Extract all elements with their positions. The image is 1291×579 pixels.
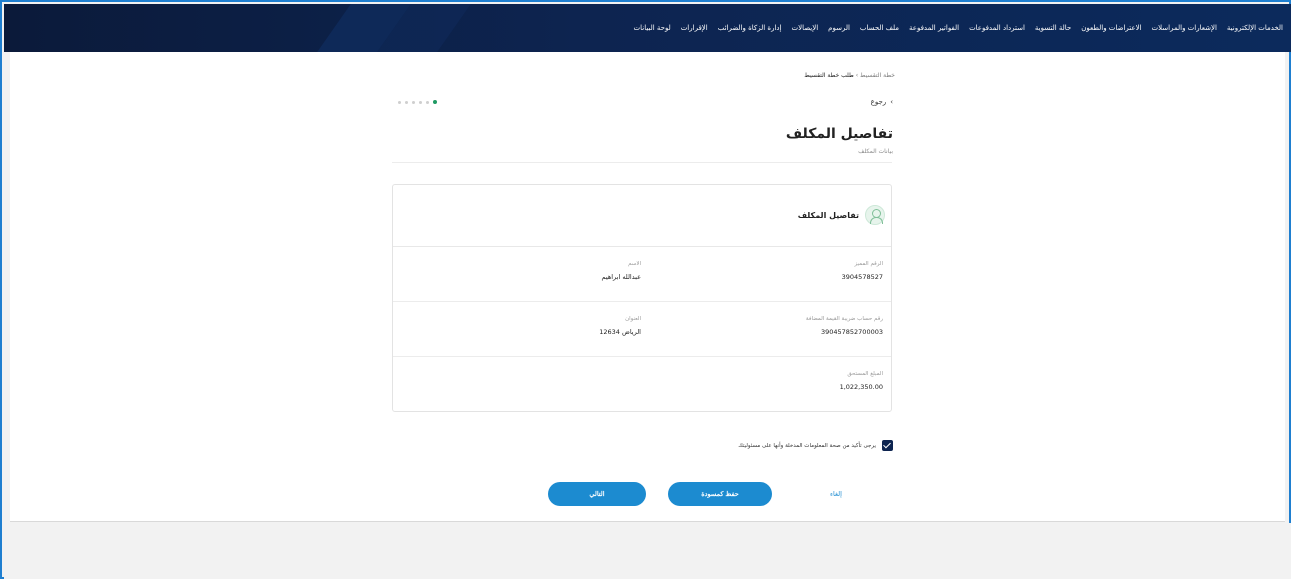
- nav-item-receipts[interactable]: الإيصالات: [791, 22, 818, 34]
- field-name: الاسم عبدالله ابراهيم: [602, 261, 641, 281]
- breadcrumb: خطة التقسيط › طلب خطة التقسيط: [804, 72, 895, 79]
- step-dot: [426, 100, 429, 104]
- field-label: المبلغ المستحق: [847, 371, 883, 377]
- step-dot-active: [433, 100, 437, 104]
- field-address: العنوان الرياض 12634: [599, 316, 641, 336]
- field-label: العنوان: [625, 316, 641, 322]
- field-vat-account: رقم حساب ضريبة القيمة المضافة 3904578527…: [806, 316, 883, 336]
- taxpayer-details-panel: تفاصيل المكلف الرقم المميز 3904578527 ال…: [392, 184, 892, 412]
- app-frame: لوحة البيانات الإقرارات إدارة الزكاة وال…: [0, 0, 1291, 579]
- field-value: 3904578527: [841, 273, 883, 281]
- details-row: المبلغ المستحق 1,022,350.00: [393, 357, 891, 412]
- breadcrumb-separator: ›: [855, 72, 859, 79]
- nav-item-refunds[interactable]: استرداد المدفوعات: [969, 22, 1025, 34]
- nav-item-dashboard[interactable]: لوحة البيانات: [634, 22, 671, 34]
- nav-item-paid-invoices[interactable]: الفواتير المدفوعة: [909, 22, 959, 34]
- panel-header: تفاصيل المكلف: [393, 185, 891, 247]
- step-dot: [398, 100, 401, 104]
- page-title: تفاصيل المكلف: [785, 126, 893, 142]
- consent-checkbox[interactable]: [882, 440, 893, 451]
- divider: [392, 162, 892, 163]
- nav-item-account-profile[interactable]: ملف الحساب: [860, 22, 899, 34]
- nav-item-fees[interactable]: الرسوم: [828, 22, 850, 34]
- field-value: الرياض 12634: [599, 328, 641, 336]
- nav-item-objections[interactable]: الاعتراضات والطعون: [1081, 22, 1141, 34]
- nav-item-settlement-status[interactable]: حالة التسوية: [1035, 22, 1071, 34]
- consent-text: يرجى تأكيد من صحة المعلومات المدخلة وأنه…: [738, 442, 876, 449]
- field-value: 1,022,350.00: [839, 383, 883, 391]
- chevron-right-icon: ›: [890, 98, 893, 106]
- user-icon: [865, 205, 885, 225]
- nav-item-returns[interactable]: الإقرارات: [681, 22, 708, 34]
- field-value: 390457852700003: [820, 328, 883, 336]
- back-button[interactable]: › رجوع: [871, 98, 893, 106]
- back-label: رجوع: [870, 98, 887, 106]
- top-navigation: لوحة البيانات الإقرارات إدارة الزكاة وال…: [4, 4, 1291, 52]
- step-indicator: [398, 100, 437, 104]
- field-value: عبدالله ابراهيم: [601, 273, 641, 281]
- consent-row: يرجى تأكيد من صحة المعلومات المدخلة وأنه…: [738, 440, 893, 451]
- save-draft-button[interactable]: حفظ كمسودة: [668, 482, 772, 506]
- cancel-link[interactable]: إلغاء: [830, 490, 842, 498]
- breadcrumb-current: طلب خطة التقسيط: [804, 72, 854, 79]
- nav-item-notifications[interactable]: الإشعارات والمراسلات: [1152, 22, 1217, 34]
- breadcrumb-parent[interactable]: خطة التقسيط: [860, 72, 895, 79]
- nav-item-zakat-tax[interactable]: إدارة الزكاة والضرائب: [718, 22, 782, 34]
- panel-title: تفاصيل المكلف: [797, 211, 859, 220]
- step-dot: [405, 100, 408, 104]
- nav-menu: لوحة البيانات الإقرارات إدارة الزكاة وال…: [634, 4, 1283, 52]
- page-subtitle: بيانات المكلف: [858, 148, 893, 155]
- field-amount-due: المبلغ المستحق 1,022,350.00: [840, 371, 883, 391]
- next-button[interactable]: التالي: [548, 482, 646, 506]
- field-label: رقم حساب ضريبة القيمة المضافة: [805, 316, 883, 322]
- page-footer-area: [4, 523, 1291, 579]
- step-dot: [419, 100, 422, 104]
- step-dot: [412, 100, 415, 104]
- field-label: الرقم المميز: [854, 261, 883, 267]
- field-label: الاسم: [628, 261, 641, 267]
- nav-item-e-services[interactable]: الخدمات الإلكترونية: [1227, 22, 1283, 34]
- field-distinct-number: الرقم المميز 3904578527: [842, 261, 883, 281]
- details-row: الرقم المميز 3904578527 الاسم عبدالله اب…: [393, 247, 891, 302]
- main-content: خطة التقسيط › طلب خطة التقسيط › رجوع تفا…: [10, 52, 1285, 522]
- details-row: رقم حساب ضريبة القيمة المضافة 3904578527…: [393, 302, 891, 357]
